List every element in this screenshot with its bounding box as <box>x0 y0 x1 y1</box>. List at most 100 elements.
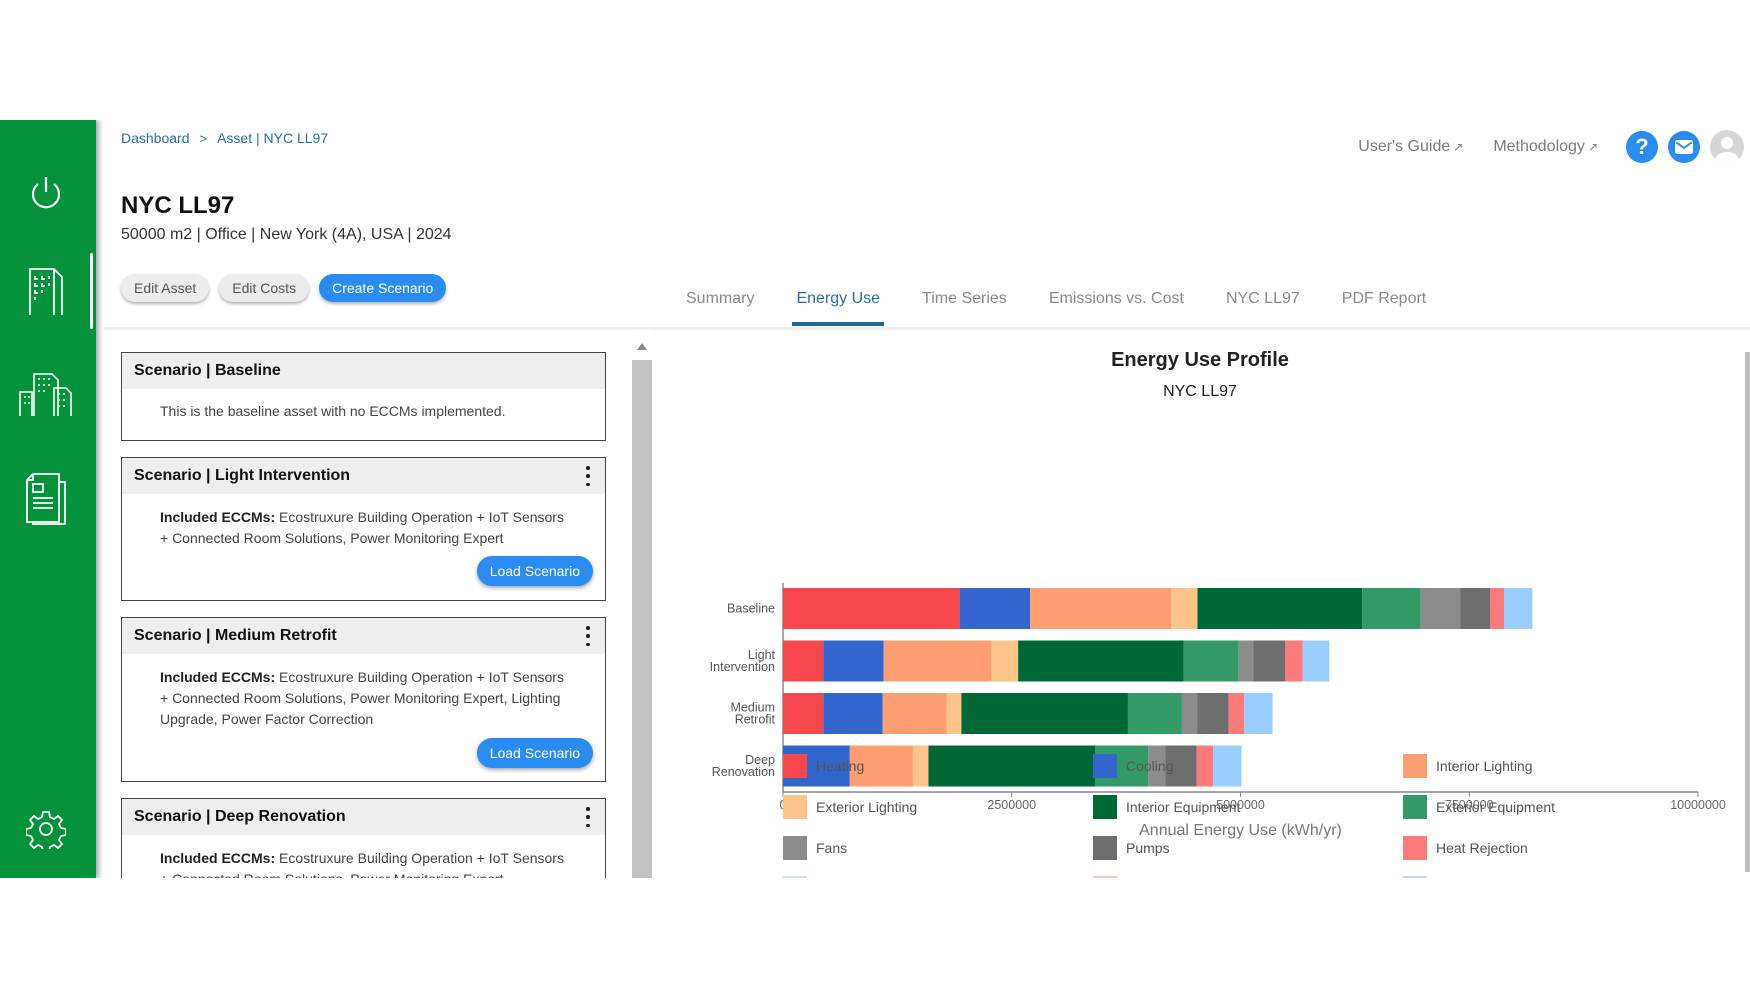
legend-item-fans[interactable]: Fans <box>783 836 847 860</box>
breadcrumb-asset[interactable]: Asset | NYC LL97 <box>217 130 328 146</box>
bar-segment-cooling <box>823 693 883 734</box>
eccm-label: Included ECCMs: <box>160 509 276 525</box>
help-button[interactable]: ? <box>1626 131 1658 163</box>
create-scenario-button[interactable]: Create Scenario <box>319 274 447 302</box>
tab-divider <box>104 327 1750 329</box>
load-scenario-button[interactable]: Load Scenario <box>476 738 593 768</box>
bar-segment-interior-equipment <box>1197 588 1363 629</box>
tab-summary[interactable]: Summary <box>665 282 775 326</box>
scenario-card-baseline: Scenario | Baseline This is the baseline… <box>121 352 606 441</box>
bar-segment-interior-lighting <box>883 640 992 682</box>
sidebar-item-settings[interactable] <box>18 801 74 857</box>
legend-item-pumps[interactable]: Pumps <box>1093 836 1170 860</box>
scrollbar-thumb[interactable] <box>632 360 652 878</box>
external-link-icon: ↗ <box>1453 140 1464 154</box>
legend-item-interior-lighting[interactable]: Interior Lighting <box>1403 754 1533 778</box>
building-icon <box>29 268 63 315</box>
tab-bar: Summary Energy Use Time Series Emissions… <box>665 282 1447 326</box>
sidebar-active-indicator <box>90 253 93 329</box>
tab-time-series[interactable]: Time Series <box>901 282 1028 326</box>
bar-segment-exterior-equipment <box>1183 640 1239 682</box>
edit-costs-button[interactable]: Edit Costs <box>219 274 310 302</box>
legend-item-exterior-lighting[interactable]: Exterior Lighting <box>783 795 917 819</box>
help-icon: ? <box>1635 134 1649 159</box>
legend-swatch <box>1093 836 1117 860</box>
users-guide-link[interactable]: User's Guide ↗ <box>1358 138 1463 156</box>
tab-energy-use[interactable]: Energy Use <box>775 282 901 326</box>
more-options-icon[interactable] <box>585 807 591 827</box>
asset-title: NYC LL97 <box>121 192 235 219</box>
chart-panel-scrollbar[interactable] <box>1745 352 1750 872</box>
scenario-card-medium-retrofit: Scenario | Medium Retrofit Included ECCM… <box>121 617 606 782</box>
legend-swatch <box>1093 795 1117 819</box>
breadcrumb-separator: > <box>199 130 208 146</box>
methodology-link[interactable]: Methodology ↗ <box>1493 138 1598 156</box>
sidebar-item-power[interactable] <box>18 165 74 221</box>
more-options-icon[interactable] <box>585 626 591 646</box>
legend-label: Interior Lighting <box>1436 758 1533 774</box>
sidebar-item-portfolio[interactable] <box>18 364 74 420</box>
asset-actions: Edit Asset Edit Costs Create Scenario <box>121 274 447 302</box>
legend-item-heat-rejection[interactable]: Heat Rejection <box>1403 836 1528 860</box>
bar-segment-exterior-lighting <box>991 640 1019 682</box>
scenario-title: Scenario | Baseline <box>122 353 605 389</box>
legend-item-interior-equipment[interactable]: Interior Equipment <box>1093 795 1240 819</box>
bar-segment-exterior-lighting <box>912 745 929 787</box>
legend-swatch <box>783 754 807 778</box>
bar-segment-interior-lighting <box>1030 588 1171 629</box>
mail-button[interactable] <box>1668 131 1700 163</box>
power-icon <box>31 177 61 209</box>
scroll-up-icon[interactable] <box>637 343 647 350</box>
scenario-scrollbar[interactable] <box>632 330 652 878</box>
legend-swatch <box>1093 754 1117 778</box>
legend-label: Pumps <box>1126 840 1170 856</box>
y-tick-label: Renovation <box>712 765 775 779</box>
legend-item-heating[interactable]: Heating <box>783 754 864 778</box>
scenario-card-deep-renovation: Scenario | Deep Renovation Included ECCM… <box>121 798 606 878</box>
energy-use-chart: BaselineLightInterventionMediumRetrofitD… <box>710 583 1726 839</box>
legend-swatch-partial <box>1403 876 1427 878</box>
buildings-icon <box>19 373 72 416</box>
user-avatar[interactable] <box>1710 130 1744 164</box>
bar-segment-exterior-equipment <box>1127 693 1182 734</box>
legend-label: Heat Rejection <box>1436 840 1528 856</box>
eccm-label: Included ECCMs: <box>160 850 276 866</box>
bar-segment-pumps <box>1460 588 1491 629</box>
scenario-title: Scenario | Deep Renovation <box>122 799 605 835</box>
bar-segment-exterior-lighting <box>946 693 962 734</box>
mail-icon <box>1675 140 1693 154</box>
edit-asset-button[interactable]: Edit Asset <box>121 274 210 302</box>
bar-segment-pumps <box>1253 640 1286 682</box>
sidebar-item-asset[interactable] <box>18 263 74 319</box>
avatar-head <box>1721 137 1733 149</box>
y-tick-label: Retrofit <box>735 713 776 727</box>
more-options-icon[interactable] <box>585 466 591 486</box>
tab-nyc-ll97[interactable]: NYC LL97 <box>1205 282 1321 326</box>
breadcrumb-dashboard[interactable]: Dashboard <box>121 130 190 146</box>
avatar-body <box>1715 152 1739 164</box>
asset-subtitle: 50000 m2 | Office | New York (4A), USA |… <box>121 226 452 243</box>
scenario-eccms: Included ECCMs: Ecostruxure Building Ope… <box>122 835 605 878</box>
legend-item-exterior-equipment[interactable]: Exterior Equipment <box>1403 795 1555 819</box>
bar-segment-fans <box>1181 693 1198 734</box>
external-link-icon: ↗ <box>1587 140 1598 154</box>
sidebar-item-reports[interactable] <box>18 470 74 526</box>
legend-swatch-partial <box>783 876 807 878</box>
legend-label: Fans <box>816 840 848 856</box>
legend-swatch <box>1403 795 1427 819</box>
bar-segment-pumps <box>1197 693 1229 734</box>
legend-label: Exterior Equipment <box>1436 799 1556 815</box>
legend-swatch <box>783 836 807 860</box>
tab-emissions-vs-cost[interactable]: Emissions vs. Cost <box>1028 282 1205 326</box>
y-tick-label: Intervention <box>710 660 775 674</box>
legend-label: Heating <box>816 758 865 774</box>
bar-segment-series-10 <box>1504 588 1533 629</box>
bar-segment-heating <box>783 588 960 629</box>
bar-segment-exterior-lighting <box>1170 588 1198 629</box>
legend-item-cooling[interactable]: Cooling <box>1093 754 1173 778</box>
scenario-card-light-intervention: Scenario | Light Intervention Included E… <box>121 457 606 601</box>
tab-pdf-report[interactable]: PDF Report <box>1321 282 1447 326</box>
eccm-label: Included ECCMs: <box>160 669 276 685</box>
bar-segment-interior-lighting <box>882 693 947 734</box>
load-scenario-button[interactable]: Load Scenario <box>476 556 593 586</box>
